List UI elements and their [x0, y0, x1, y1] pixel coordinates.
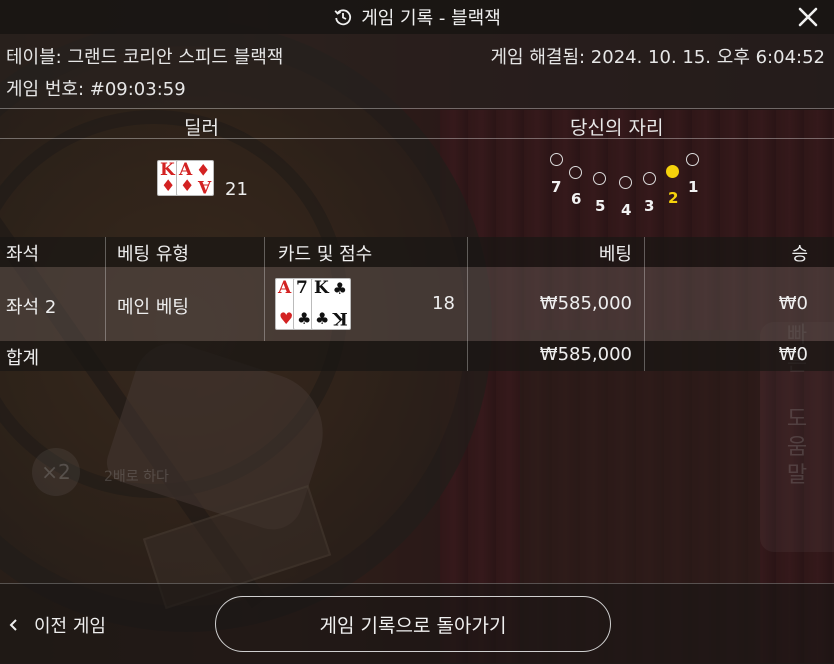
divider [0, 108, 834, 109]
card-rank: A [278, 278, 292, 298]
column-header-bet-type: 베팅 유형 [117, 244, 189, 265]
modal-title-text: 게임 기록 - 블랙잭 [361, 8, 501, 29]
back-to-history-button[interactable]: 게임 기록으로 돌아가기 [215, 596, 611, 652]
previous-game-button[interactable]: 이전 게임 [8, 612, 106, 638]
bets-table-header: 좌석 베팅 유형 카드 및 점수 베팅 승 [0, 237, 834, 267]
club-suit-icon: ♣ [315, 309, 330, 328]
card-rank: 7 [296, 278, 308, 298]
club-suit-icon: ♣ [332, 279, 347, 298]
dealer-score: 21 [225, 179, 248, 200]
column-divider [644, 237, 645, 371]
seat-dot [550, 153, 563, 166]
resolved-time-text: 게임 해결됨: 2024. 10. 15. 오후 6:04:52 [490, 47, 826, 68]
dealer-heading: 딜러 [184, 117, 219, 139]
column-divider [467, 237, 468, 371]
heart-suit-icon: ♥ [279, 309, 294, 328]
divider [0, 138, 834, 139]
seat-dot [569, 166, 582, 179]
table-row: 좌석 2 메인 베팅 A A ♥ 7 ♣ K ♣ ♣ K 18 ₩585,000… [0, 267, 834, 341]
card-rank-inverted: K [333, 308, 348, 328]
dealer-card: A ♦ A ♦ [176, 160, 214, 196]
column-header-seat: 좌석 [6, 244, 40, 265]
player-card: K ♣ ♣ K [311, 278, 351, 330]
card-rank: K [314, 278, 329, 298]
seat-number: 1 [688, 178, 699, 196]
card-rank-inverted: A [197, 176, 211, 196]
total-win-amount: ₩0 [778, 344, 808, 365]
table-name-text: 테이블: 그랜드 코리안 스피드 블랙잭 [6, 47, 284, 68]
modal-header: 게임 기록 - 블랙잭 [0, 0, 834, 34]
seat-dot [593, 172, 606, 185]
total-bet-amount: ₩585,000 [539, 344, 632, 365]
seat-dot [686, 153, 699, 166]
back-to-history-label: 게임 기록으로 돌아가기 [319, 614, 507, 637]
club-suit-icon: ♣ [297, 309, 312, 328]
game-number-text: 게임 번호: #09:03:59 [6, 79, 186, 100]
row-score: 18 [432, 293, 455, 314]
row-seat: 좌석 2 [6, 297, 57, 318]
previous-game-label: 이전 게임 [34, 616, 106, 637]
column-divider [105, 237, 106, 341]
seat-number: 4 [621, 201, 632, 219]
column-header-bet: 베팅 [598, 244, 632, 265]
chevron-left-icon [9, 619, 17, 631]
seat-dot [619, 176, 632, 189]
seat-number-active: 2 [668, 189, 679, 207]
row-win-amount: ₩0 [778, 293, 808, 314]
your-seat-heading: 당신의 자리 [570, 117, 664, 139]
seat-number: 6 [571, 190, 582, 208]
row-bet-amount: ₩585,000 [539, 293, 632, 314]
seat-number: 3 [644, 197, 655, 215]
seat-number: 5 [595, 197, 606, 215]
total-label: 합계 [6, 348, 40, 369]
diamond-suit-icon: ♦ [161, 176, 176, 195]
diamond-suit-icon: ♦ [195, 160, 210, 179]
modal-footer: 이전 게임 게임 기록으로 돌아가기 [0, 583, 834, 664]
diamond-suit-icon: ♦ [180, 176, 195, 195]
seat-number: 7 [551, 178, 562, 196]
seat-dot [643, 172, 656, 185]
table-total-row: 합계 ₩585,000 ₩0 [0, 341, 834, 371]
column-header-cards-score: 카드 및 점수 [278, 244, 373, 265]
seat-dot-active [666, 165, 679, 178]
column-divider [264, 237, 265, 341]
column-header-win: 승 [791, 244, 808, 265]
game-info-panel: 테이블: 그랜드 코리안 스피드 블랙잭 게임 해결됨: 2024. 10. 1… [0, 34, 834, 108]
row-bet-type: 메인 베팅 [117, 297, 189, 318]
modal-title: 게임 기록 - 블랙잭 [333, 4, 501, 30]
history-icon [334, 9, 352, 26]
close-icon[interactable] [794, 3, 822, 31]
